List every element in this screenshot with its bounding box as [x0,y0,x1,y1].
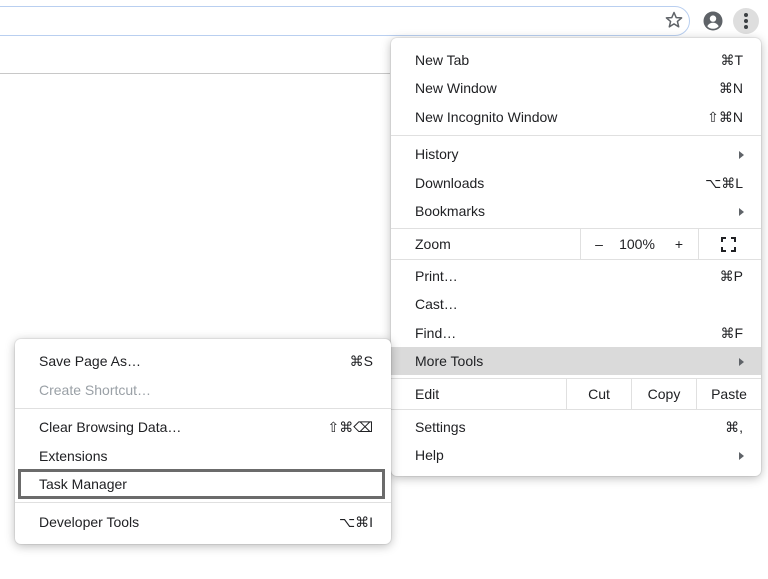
menu-item-new-tab[interactable]: New Tab ⌘T [391,46,761,74]
menu-item-new-incognito-window[interactable]: New Incognito Window ⇧⌘N [391,103,761,131]
submenu-arrow-icon [739,151,744,159]
menu-item-label: Cast… [415,296,458,312]
menu-item-shortcut: ⌘S [349,353,373,369]
menu-item-developer-tools[interactable]: Developer Tools ⌥⌘I [15,508,391,536]
menu-item-shortcut: ⌥⌘L [705,175,743,191]
menu-item-label: Create Shortcut… [39,382,152,398]
menu-item-help[interactable]: Help [391,441,761,469]
menu-item-label: Bookmarks [415,203,486,219]
menu-row-edit: Edit Cut Copy Paste [391,379,761,409]
menu-item-label: Help [415,447,444,463]
menu-item-label: Downloads [415,175,485,191]
zoom-label: Zoom [415,236,451,252]
copy-button[interactable]: Copy [632,379,696,409]
fullscreen-icon[interactable] [721,237,736,252]
menu-item-label: Settings [415,419,466,435]
menu-item-label: Print… [415,268,458,284]
menu-item-shortcut: ⇧⌘⌫ [327,419,373,435]
star-icon[interactable] [664,10,684,30]
menu-item-cast[interactable]: Cast… [391,290,761,318]
kebab-menu-icon[interactable] [733,8,759,34]
menu-item-clear-browsing-data[interactable]: Clear Browsing Data… ⇧⌘⌫ [15,413,391,441]
submenu-arrow-icon [739,358,744,366]
menu-item-label: New Incognito Window [415,109,558,125]
menu-item-shortcut: ⌘N [718,80,743,96]
more-tools-submenu: Save Page As… ⌘S Create Shortcut… Clear … [15,339,391,544]
menu-item-label: More Tools [415,353,484,369]
menu-item-shortcut: ⌘T [720,52,743,68]
menu-item-save-page-as[interactable]: Save Page As… ⌘S [15,347,391,375]
edit-label: Edit [415,386,440,402]
paste-button[interactable]: Paste [697,379,761,409]
submenu-arrow-icon [739,208,744,216]
menu-item-print[interactable]: Print… ⌘P [391,262,761,290]
toolbar-divider [0,73,390,74]
menu-item-history[interactable]: History [391,140,761,168]
menu-item-bookmarks[interactable]: Bookmarks [391,197,761,225]
zoom-in-button[interactable]: + [667,229,691,259]
chrome-main-menu: New Tab ⌘T New Window ⌘N New Incognito W… [391,38,761,476]
zoom-out-button[interactable]: – [587,229,611,259]
menu-item-label: Clear Browsing Data… [39,419,182,435]
menu-item-label: New Window [415,80,497,96]
profile-icon[interactable] [703,11,723,31]
menu-separator [391,135,761,136]
menu-row-zoom: Zoom – 100% + [391,229,761,259]
cut-button[interactable]: Cut [567,379,631,409]
menu-item-shortcut: ⌘, [725,419,743,435]
highlight-frame [18,469,385,499]
menu-item-shortcut: ⌘F [720,325,743,341]
menu-separator [15,502,391,503]
menu-item-find[interactable]: Find… ⌘F [391,319,761,347]
menu-item-shortcut: ⌘P [719,268,743,284]
menu-item-shortcut: ⌥⌘I [338,514,373,530]
address-bar[interactable] [0,6,690,36]
menu-item-shortcut: ⇧⌘N [707,109,743,125]
menu-item-label: Find… [415,325,457,341]
zoom-level: 100% [619,236,655,252]
menu-item-label: Save Page As… [39,353,141,369]
menu-item-label: History [415,146,459,162]
menu-item-create-shortcut: Create Shortcut… [15,376,391,404]
menu-item-downloads[interactable]: Downloads ⌥⌘L [391,169,761,197]
menu-item-new-window[interactable]: New Window ⌘N [391,74,761,102]
menu-item-more-tools[interactable]: More Tools [391,347,761,375]
menu-separator [391,259,761,260]
menu-item-label: Extensions [39,448,108,464]
menu-separator [391,409,761,410]
menu-item-label: Developer Tools [39,514,140,530]
submenu-arrow-icon [739,452,744,460]
menu-item-extensions[interactable]: Extensions [15,442,391,470]
zoom-divider [580,229,581,259]
menu-item-settings[interactable]: Settings ⌘, [391,413,761,441]
zoom-divider [698,229,699,259]
menu-separator [15,408,391,409]
menu-item-label: New Tab [415,52,470,68]
